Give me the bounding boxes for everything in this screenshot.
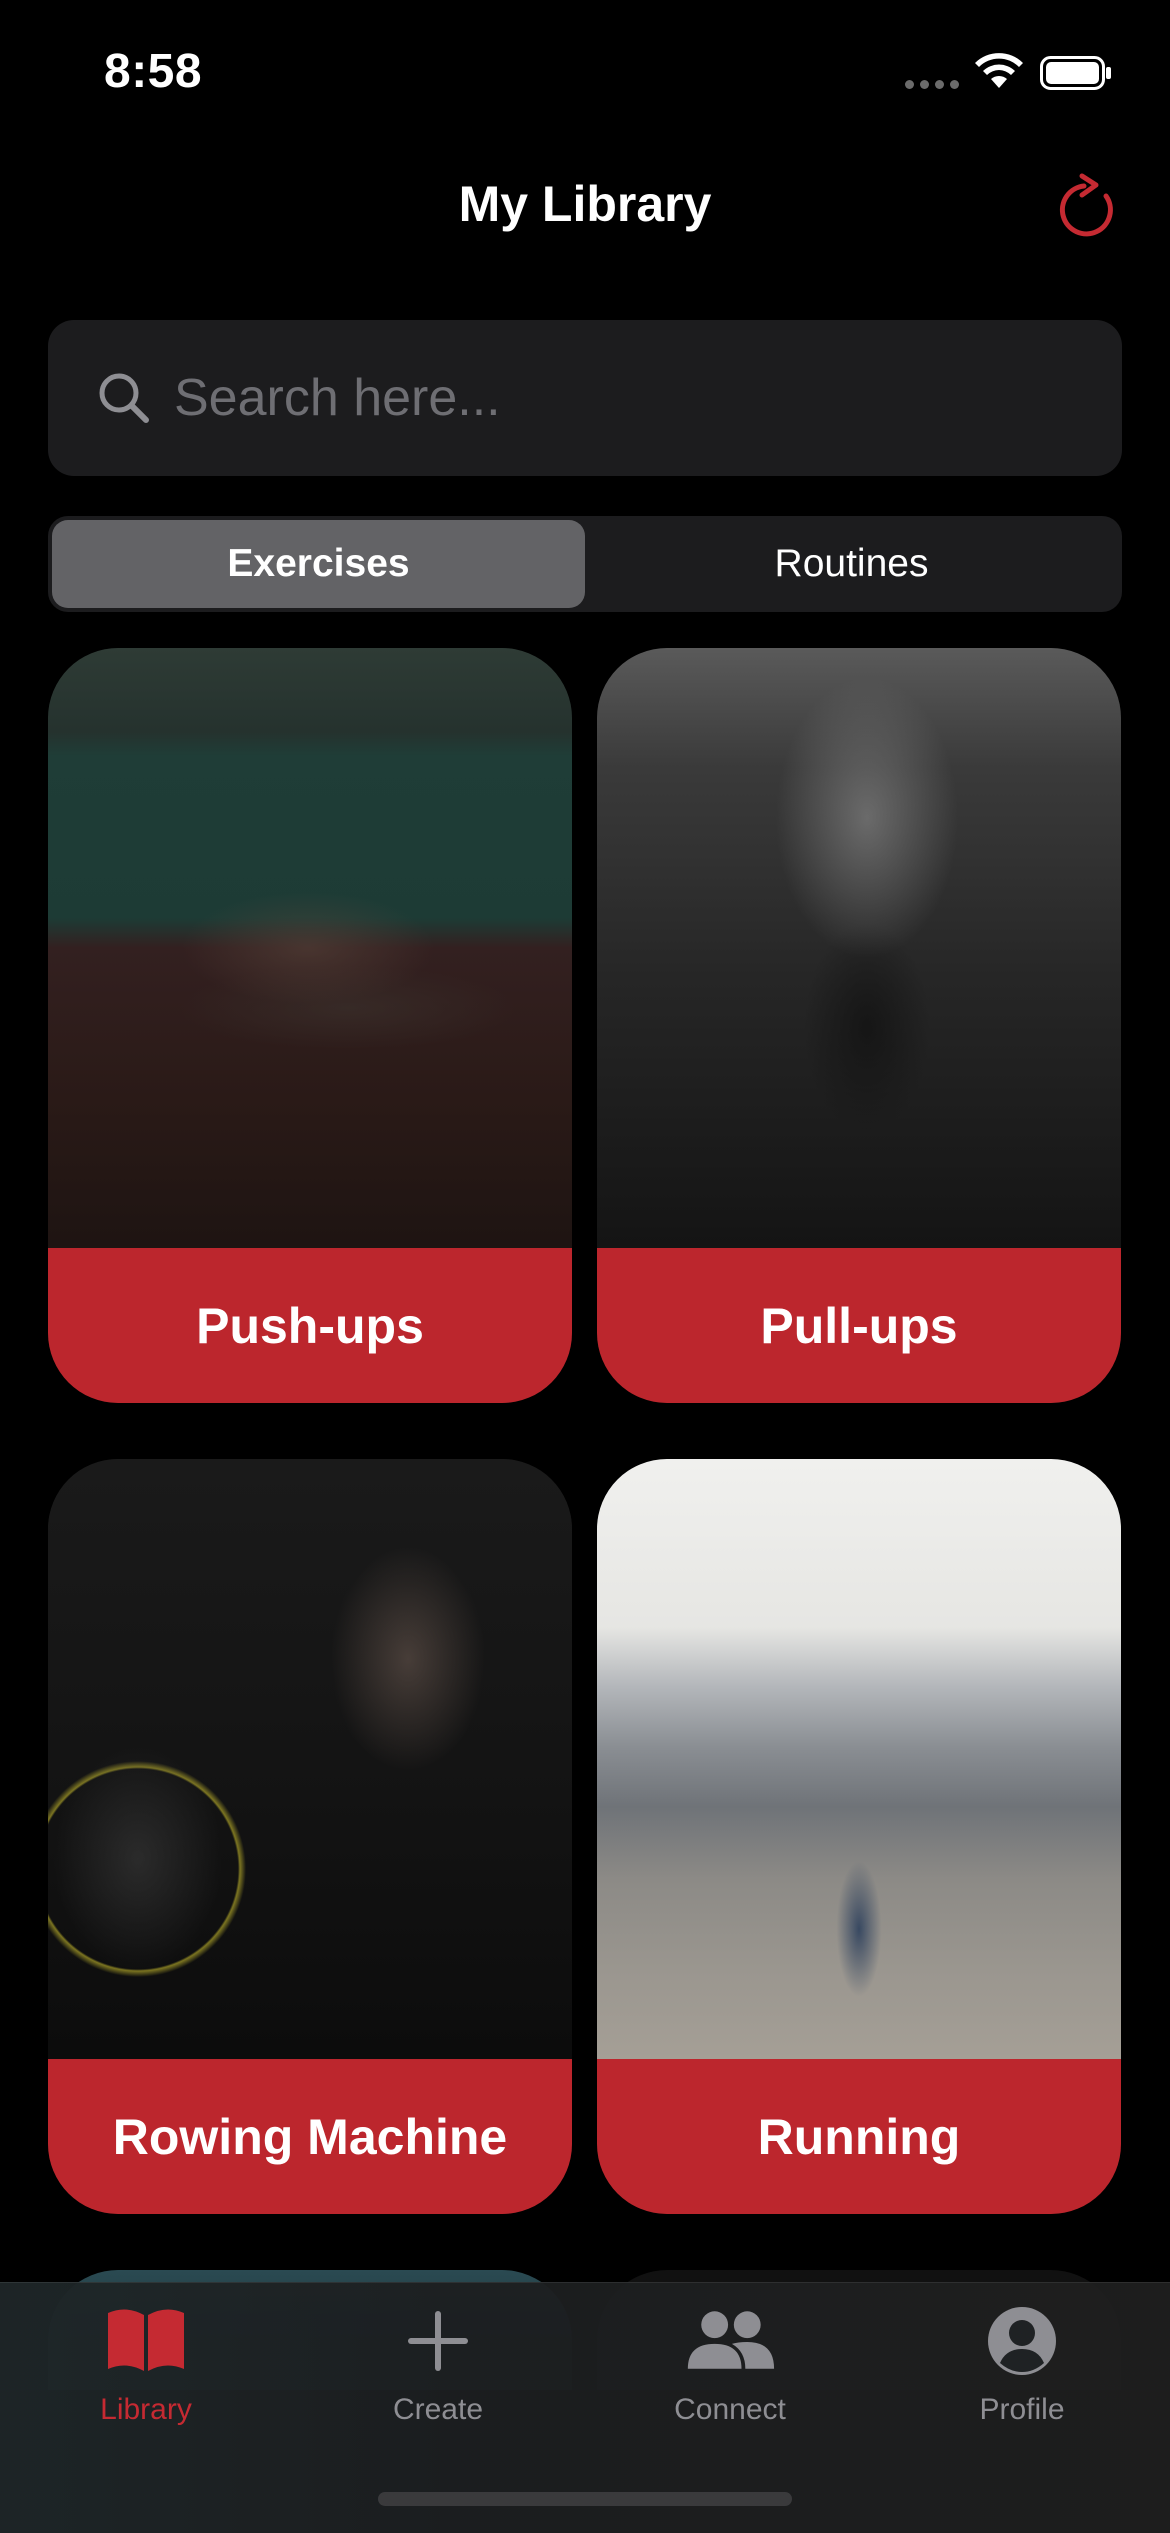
search-field[interactable] [48,320,1122,476]
tab-label: Connect [674,2393,786,2426]
tab-connect[interactable]: Connect [630,2303,830,2443]
status-time: 8:58 [104,45,203,98]
exercise-card-label: Pull-ups [597,1248,1121,1403]
exercise-card-label: Running [597,2059,1121,2214]
tab-label: Library [100,2393,192,2426]
tab-create[interactable]: Create [338,2303,538,2443]
cellular-signal-icon [905,80,959,89]
rowing-machine-photo [48,1459,572,2059]
exercise-card-push-ups[interactable]: Push-ups [48,648,572,1403]
exercise-card-rowing-machine[interactable]: Rowing Machine [48,1459,572,2214]
running-photo [597,1459,1121,2059]
refresh-button[interactable] [1052,168,1124,248]
person-circle-icon [988,2307,1056,2375]
exercise-card-label: Push-ups [48,1248,572,1403]
library-segmented-control: Exercises Routines [48,516,1122,612]
exercise-card-pull-ups[interactable]: Pull-ups [597,648,1121,1403]
exercise-card-label: Rowing Machine [48,2059,572,2214]
home-indicator [378,2492,792,2506]
plus-icon [408,2311,468,2371]
exercise-card-running[interactable]: Running [597,1459,1121,2214]
people-icon [687,2311,775,2369]
segment-exercises[interactable]: Exercises [52,520,585,608]
tab-profile[interactable]: Profile [922,2303,1122,2443]
tab-library[interactable]: Library [46,2303,246,2443]
push-ups-photo [48,648,572,1248]
tab-label: Profile [979,2393,1065,2426]
page-title: My Library [458,176,712,232]
search-input[interactable] [172,367,1122,429]
pull-ups-photo [597,648,1121,1248]
book-icon [108,2309,184,2371]
tab-label: Create [392,2393,484,2426]
refresh-icon [1059,173,1113,237]
segment-routines[interactable]: Routines [585,520,1118,608]
battery-icon [1040,56,1111,90]
status-bar: 8:58 [0,0,1170,150]
wifi-icon [975,53,1023,88]
search-icon [99,373,149,423]
